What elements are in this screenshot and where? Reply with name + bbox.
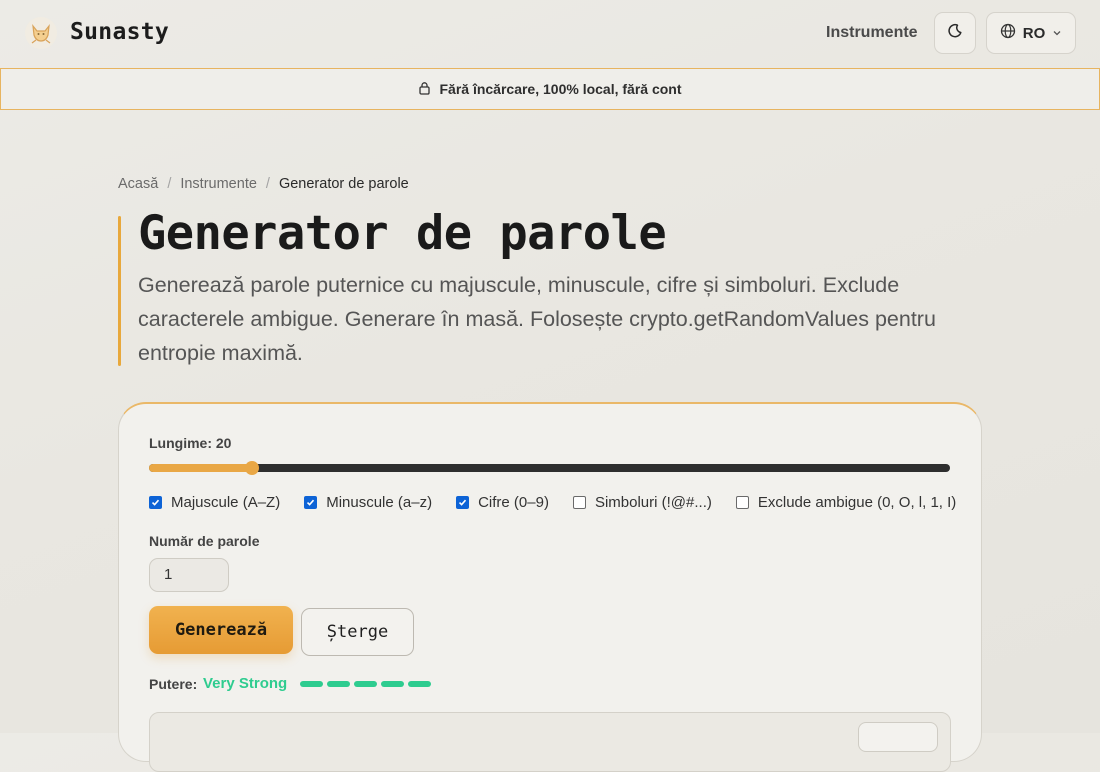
count-input[interactable]: 1 <box>149 558 229 592</box>
slider-thumb[interactable] <box>245 461 259 475</box>
language-code: RO <box>1022 24 1046 42</box>
breadcrumb-home[interactable]: Acasă <box>118 176 158 192</box>
breadcrumb-tools[interactable]: Instrumente <box>180 176 257 192</box>
moon-icon <box>947 23 963 44</box>
strength-segment <box>408 681 431 687</box>
strength-segment <box>300 681 323 687</box>
option-label: Minuscule (a–z) <box>326 494 433 511</box>
copy-button[interactable] <box>858 722 938 752</box>
theme-toggle-button[interactable] <box>934 12 976 54</box>
brand-name[interactable]: Sunasty <box>70 19 169 45</box>
top-navigation: Sunasty Instrumente RO <box>0 0 1100 68</box>
character-options: Majuscule (A–Z) Minuscule (a–z) Cifre (0… <box>149 494 956 511</box>
globe-icon <box>1000 23 1016 43</box>
option-label: Exclude ambigue (0, O, l, 1, I) <box>757 494 957 511</box>
option-exclude-ambiguous[interactable]: Exclude ambigue (0, O, l, 1, I) <box>735 494 957 511</box>
strength-meter <box>300 681 431 687</box>
generate-button[interactable]: Generează <box>149 606 293 654</box>
lock-icon <box>418 81 431 98</box>
slider-track <box>149 464 950 472</box>
length-slider[interactable] <box>149 461 950 475</box>
option-label: Majuscule (A–Z) <box>171 494 281 511</box>
chevron-down-icon <box>1052 25 1062 42</box>
password-output-box <box>149 712 951 772</box>
strength-segment <box>381 681 404 687</box>
count-label: Număr de parole <box>149 533 260 549</box>
breadcrumb-separator: / <box>167 176 172 192</box>
page-description: Generează parole puternice cu majuscule,… <box>138 273 936 365</box>
option-label: Simboluri (!@#...) <box>594 494 712 511</box>
generator-card <box>118 402 982 762</box>
strength-value: Very Strong <box>203 675 288 692</box>
checkbox[interactable] <box>149 496 162 509</box>
page-title: Generator de parole <box>138 206 667 261</box>
checkbox[interactable] <box>735 496 749 509</box>
breadcrumb: Acasă / Instrumente / Generator de parol… <box>118 176 409 192</box>
checkbox[interactable] <box>304 496 318 509</box>
fox-logo-icon[interactable] <box>24 16 58 50</box>
option-lowercase[interactable]: Minuscule (a–z) <box>304 494 432 511</box>
banner-text: Fără încărcare, 100% local, fără cont <box>439 81 682 97</box>
strength-label: Putere: <box>149 676 198 692</box>
option-label: Cifre (0–9) <box>478 494 549 511</box>
clear-button[interactable]: Șterge <box>301 608 414 656</box>
option-digits[interactable]: Cifre (0–9) <box>456 494 549 511</box>
privacy-banner: Fără încărcare, 100% local, fără cont <box>0 68 1100 110</box>
checkbox[interactable] <box>456 496 470 509</box>
slider-fill <box>149 464 252 472</box>
breadcrumb-separator: / <box>265 176 270 192</box>
hero-accent-bar <box>118 216 121 366</box>
option-uppercase[interactable]: Majuscule (A–Z) <box>149 494 280 511</box>
length-label: Lungime: 20 <box>149 435 232 451</box>
strength-segment <box>327 681 350 687</box>
option-symbols[interactable]: Simboluri (!@#...) <box>572 494 712 511</box>
breadcrumb-current: Generator de parole <box>278 176 409 192</box>
nav-link-tools[interactable]: Instrumente <box>826 24 918 42</box>
strength-segment <box>354 681 377 687</box>
language-selector[interactable]: RO <box>986 12 1076 54</box>
checkbox[interactable] <box>572 496 586 509</box>
